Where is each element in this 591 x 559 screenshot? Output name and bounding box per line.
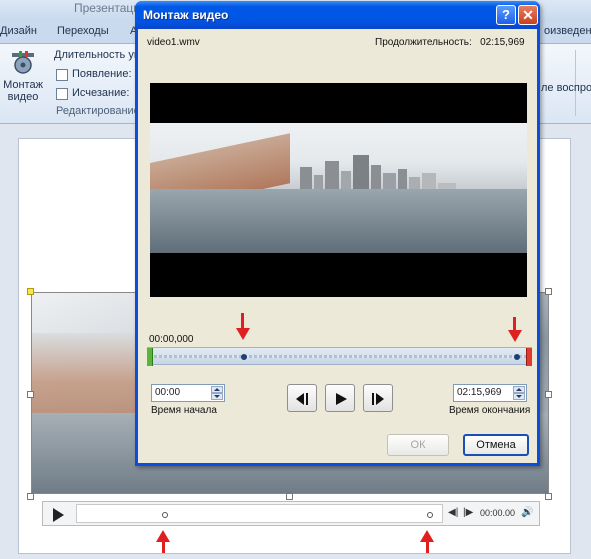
start-trim-marker[interactable]: [147, 348, 153, 366]
fade-out-label: Исчезание:: [72, 87, 130, 99]
app-title: Презентаци: [74, 1, 140, 15]
timeline-waveform: [154, 355, 526, 358]
end-position-knob[interactable]: [514, 354, 520, 360]
resize-handle-right[interactable]: [545, 391, 552, 398]
player-end-marker[interactable]: [427, 512, 433, 518]
resize-handle-top-right[interactable]: [545, 288, 552, 295]
cancel-button[interactable]: Отмена: [463, 434, 529, 456]
next-frame-button[interactable]: [363, 384, 393, 412]
start-time-up-icon[interactable]: [211, 386, 223, 393]
tab-transitions[interactable]: Переходы: [57, 25, 109, 37]
dialog-title-bar[interactable]: Монтаж видео ? ✕: [135, 1, 540, 29]
duration-readout: Продолжительность: 02:15,969: [375, 37, 525, 48]
volume-icon[interactable]: 🔊: [521, 507, 533, 518]
fade-out-icon: [56, 88, 68, 100]
red-arrow-shaft: [162, 541, 165, 553]
trim-video-label-2: видео: [7, 91, 39, 103]
trim-video-button[interactable]: Монтаж видео: [2, 48, 44, 106]
player-timeline[interactable]: [76, 504, 443, 523]
playback-option-label: ле воспро: [541, 82, 591, 94]
start-time-input[interactable]: 00:00: [151, 384, 225, 402]
step-back-icon[interactable]: ◀|: [448, 507, 458, 518]
film-icon: [10, 50, 36, 76]
previous-frame-bar: [306, 393, 308, 405]
duration-value: 02:15,969: [480, 37, 525, 48]
resize-handle-bottom-right[interactable]: [545, 493, 552, 500]
duration-label: Продолжительность:: [375, 37, 472, 48]
trim-video-label-1: Монтаж: [3, 79, 43, 91]
next-frame-bar: [372, 393, 374, 405]
red-arrow-shaft: [426, 541, 429, 553]
red-arrow-shaft: [241, 313, 244, 329]
close-button[interactable]: ✕: [518, 5, 538, 25]
trim-video-dialog: Монтаж видео ? ✕ video1.wmv Продолжитель…: [135, 1, 540, 466]
red-arrow-end: [508, 330, 522, 342]
end-time-label: Время окончания: [449, 405, 531, 416]
water: [150, 189, 527, 253]
play-button[interactable]: [325, 384, 355, 412]
file-name: video1.wmv: [147, 37, 200, 48]
resize-handle-left[interactable]: [27, 391, 34, 398]
video-preview: [150, 83, 527, 297]
step-forward-icon[interactable]: |▶: [463, 507, 473, 518]
help-button[interactable]: ?: [496, 5, 516, 25]
start-time-value: 00:00: [155, 387, 181, 398]
end-time-value: 02:15,969: [457, 387, 502, 398]
player-time: 00:00.00: [480, 508, 516, 518]
tab-design[interactable]: Дизайн: [0, 25, 37, 37]
slide-media-player: ◀| |▶ 00:00.00 🔊: [42, 501, 540, 526]
play-icon: [336, 393, 347, 405]
start-position-knob[interactable]: [241, 354, 247, 360]
ok-button[interactable]: ОК: [387, 434, 449, 456]
resize-handle-bottom-left[interactable]: [27, 493, 34, 500]
previous-frame-button[interactable]: [287, 384, 317, 412]
next-frame-icon: [376, 393, 384, 405]
player-start-marker[interactable]: [162, 512, 168, 518]
fade-in-icon: [56, 69, 68, 81]
end-time-input[interactable]: 02:15,969: [453, 384, 527, 402]
ribbon-group-editing: Редактирование: [56, 105, 140, 117]
play-icon[interactable]: [53, 508, 64, 522]
end-time-up-icon[interactable]: [513, 386, 525, 393]
start-time-label: Время начала: [151, 405, 217, 416]
start-time-down-icon[interactable]: [211, 393, 223, 400]
end-trim-marker[interactable]: [526, 348, 532, 366]
red-arrow-start: [236, 328, 250, 340]
previous-frame-icon: [296, 393, 304, 405]
resize-handle-bottom[interactable]: [286, 493, 293, 500]
trim-timeline[interactable]: [147, 347, 532, 366]
tab-playback[interactable]: оизведени: [544, 25, 591, 37]
end-time-down-icon[interactable]: [513, 393, 525, 400]
current-time: 00:00,000: [149, 334, 194, 345]
dialog-title: Монтаж видео: [143, 8, 229, 22]
fade-in-label: Появление:: [72, 68, 132, 80]
video-frame-image: [150, 123, 527, 253]
rotation-handle[interactable]: [27, 288, 34, 295]
red-arrow-shaft: [513, 317, 516, 331]
